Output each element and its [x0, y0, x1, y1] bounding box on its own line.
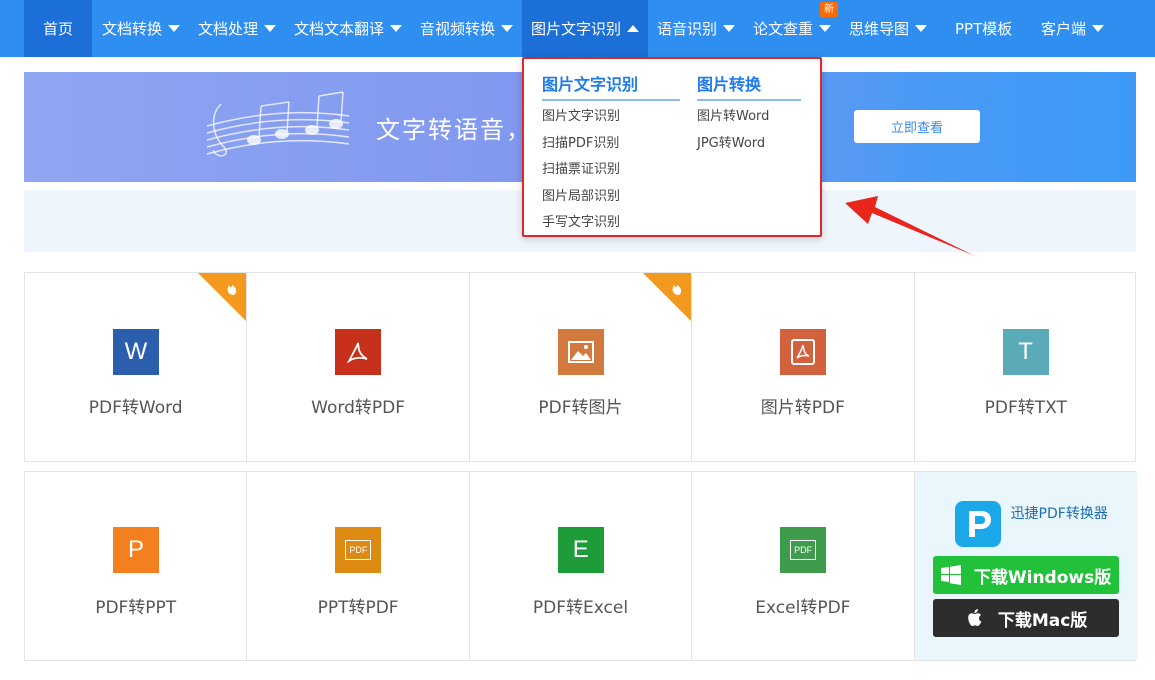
- pdf-acrobat-icon: [335, 329, 382, 375]
- nav-ppt-template[interactable]: PPT模板: [955, 0, 1012, 57]
- chevron-down-icon: [501, 25, 514, 32]
- nav-image-ocr[interactable]: 图片文字识别: [522, 0, 648, 57]
- ppt-pdf-icon: PDF: [335, 527, 382, 573]
- tool-label: PDF转Excel: [532, 598, 629, 618]
- tool-image-to-pdf[interactable]: 图片转PDF: [692, 273, 915, 461]
- tool-pdf-to-excel[interactable]: E PDF转Excel: [470, 472, 693, 660]
- nav-client[interactable]: 客户端: [1041, 0, 1105, 57]
- tool-label: PDF转PPT: [95, 598, 177, 618]
- dropdown-heading-image-convert: 图片转换: [697, 71, 801, 101]
- menu-item-handwriting-ocr[interactable]: 手写文字识别: [542, 210, 680, 237]
- hot-fire-icon: [643, 273, 692, 321]
- new-badge: 新: [820, 2, 838, 17]
- chevron-down-icon: [264, 25, 277, 32]
- excel-pdf-icon-glyph: PDF: [790, 540, 817, 560]
- tool-excel-to-pdf[interactable]: PDF Excel转PDF: [692, 472, 915, 660]
- chevron-down-icon: [819, 25, 832, 32]
- top-nav: 首页 文档转换 文档处理 文档文本翻译 音视频转换 图片文字识别 语音识别 论文…: [0, 0, 1155, 57]
- pdf-doc-icon: [780, 329, 827, 375]
- download-windows-label: 下载Windows版: [973, 567, 1112, 588]
- excel-pdf-icon: PDF: [780, 527, 827, 573]
- image-ocr-dropdown: 图片文字识别 图片文字识别 扫描PDF识别 扫描票证识别 图片局部识别 手写文字…: [522, 57, 822, 237]
- nav-mind-map-label: 思维导图: [849, 20, 910, 38]
- nav-doc-process[interactable]: 文档处理: [198, 0, 277, 57]
- download-panel: 迅捷PDF转换器 下载Windows版 下载Mac版: [914, 472, 1137, 660]
- tool-label: PPT转PDF: [317, 598, 399, 618]
- nav-doc-translate-label: 文档文本翻译: [294, 20, 385, 38]
- app-logo-icon: [954, 501, 1001, 547]
- tool-ppt-to-pdf[interactable]: PDF PPT转PDF: [247, 472, 470, 660]
- nav-speech-recognition[interactable]: 语音识别: [657, 0, 736, 57]
- music-notes-icon: [206, 91, 350, 157]
- dropdown-column-ocr: 图片文字识别 图片文字识别 扫描PDF识别 扫描票证识别 图片局部识别 手写文字…: [542, 71, 680, 237]
- tools-grid-row-1: W PDF转Word Word转PDF PDF转图片 图片转PDF T PDF转…: [24, 272, 1136, 462]
- ppt-pdf-icon-glyph: PDF: [345, 540, 372, 560]
- menu-item-scan-ticket-ocr[interactable]: 扫描票证识别: [542, 157, 680, 184]
- ppt-icon-glyph: P: [127, 536, 144, 563]
- tool-label: 图片转PDF: [760, 398, 845, 418]
- chevron-down-icon: [1092, 25, 1105, 32]
- view-now-button[interactable]: 立即查看: [854, 110, 980, 143]
- nav-av-convert-label: 音视频转换: [420, 20, 496, 38]
- nav-av-convert[interactable]: 音视频转换: [420, 0, 514, 57]
- app-name: 迅捷PDF转换器: [1010, 506, 1108, 522]
- nav-ppt-template-label: PPT模板: [955, 20, 1013, 38]
- tool-word-to-pdf[interactable]: Word转PDF: [247, 273, 470, 461]
- word-icon: W: [113, 329, 159, 375]
- menu-item-image-partial-ocr[interactable]: 图片局部识别: [542, 184, 680, 211]
- menu-item-scan-pdf-ocr[interactable]: 扫描PDF识别: [542, 131, 680, 158]
- image-icon: [557, 329, 604, 375]
- menu-item-image-ocr[interactable]: 图片文字识别: [542, 104, 680, 131]
- hot-fire-icon: [198, 273, 247, 321]
- tool-label: Excel转PDF: [755, 598, 851, 618]
- nav-client-label: 客户端: [1041, 20, 1087, 38]
- tool-pdf-to-txt[interactable]: T PDF转TXT: [915, 273, 1137, 461]
- excel-icon: E: [557, 527, 604, 573]
- txt-icon-glyph: T: [1018, 338, 1033, 365]
- tool-label: PDF转TXT: [984, 398, 1067, 418]
- download-mac-label: 下载Mac版: [997, 610, 1088, 631]
- nav-doc-translate[interactable]: 文档文本翻译: [294, 0, 403, 57]
- nav-mind-map[interactable]: 思维导图: [849, 0, 928, 57]
- nav-home[interactable]: 首页: [24, 0, 92, 57]
- dropdown-column-image-convert: 图片转换 图片转Word JPG转Word: [697, 71, 801, 157]
- chevron-down-icon: [390, 25, 403, 32]
- chevron-down-icon: [168, 25, 181, 32]
- download-windows-button[interactable]: 下载Windows版: [932, 556, 1119, 594]
- nav-paper-check-label: 论文查重: [753, 20, 814, 38]
- tool-label: PDF转图片: [538, 398, 623, 418]
- menu-item-jpg-to-word[interactable]: JPG转Word: [697, 131, 801, 158]
- tool-pdf-to-word[interactable]: W PDF转Word: [25, 273, 248, 461]
- nav-doc-convert-label: 文档转换: [102, 20, 163, 38]
- chevron-down-icon: [723, 25, 736, 32]
- banner-title: 文字转语音，: [376, 116, 532, 144]
- nav-speech-recognition-label: 语音识别: [657, 20, 718, 38]
- dropdown-heading-ocr: 图片文字识别: [542, 71, 680, 101]
- ppt-icon: P: [113, 527, 159, 573]
- tool-label: Word转PDF: [311, 398, 405, 418]
- nav-home-label: 首页: [42, 20, 73, 38]
- tool-label: PDF转Word: [88, 398, 183, 418]
- chevron-down-icon: [915, 25, 928, 32]
- menu-item-image-to-word[interactable]: 图片转Word: [697, 104, 801, 131]
- tool-pdf-to-image[interactable]: PDF转图片: [470, 273, 693, 461]
- download-mac-button[interactable]: 下载Mac版: [932, 599, 1119, 637]
- nav-doc-process-label: 文档处理: [198, 20, 259, 38]
- windows-icon: [940, 565, 961, 585]
- tool-pdf-to-ppt[interactable]: P PDF转PPT: [25, 472, 248, 660]
- txt-icon: T: [1002, 329, 1049, 375]
- apple-icon: [968, 609, 982, 626]
- nav-doc-convert[interactable]: 文档转换: [102, 0, 181, 57]
- excel-icon-glyph: E: [572, 536, 589, 563]
- chevron-up-icon: [627, 25, 640, 32]
- nav-image-ocr-label: 图片文字识别: [531, 20, 622, 38]
- tools-grid-row-2: P PDF转PPT PDF PPT转PDF E PDF转Excel PDF Ex…: [24, 471, 1137, 661]
- word-icon-glyph: W: [124, 338, 148, 365]
